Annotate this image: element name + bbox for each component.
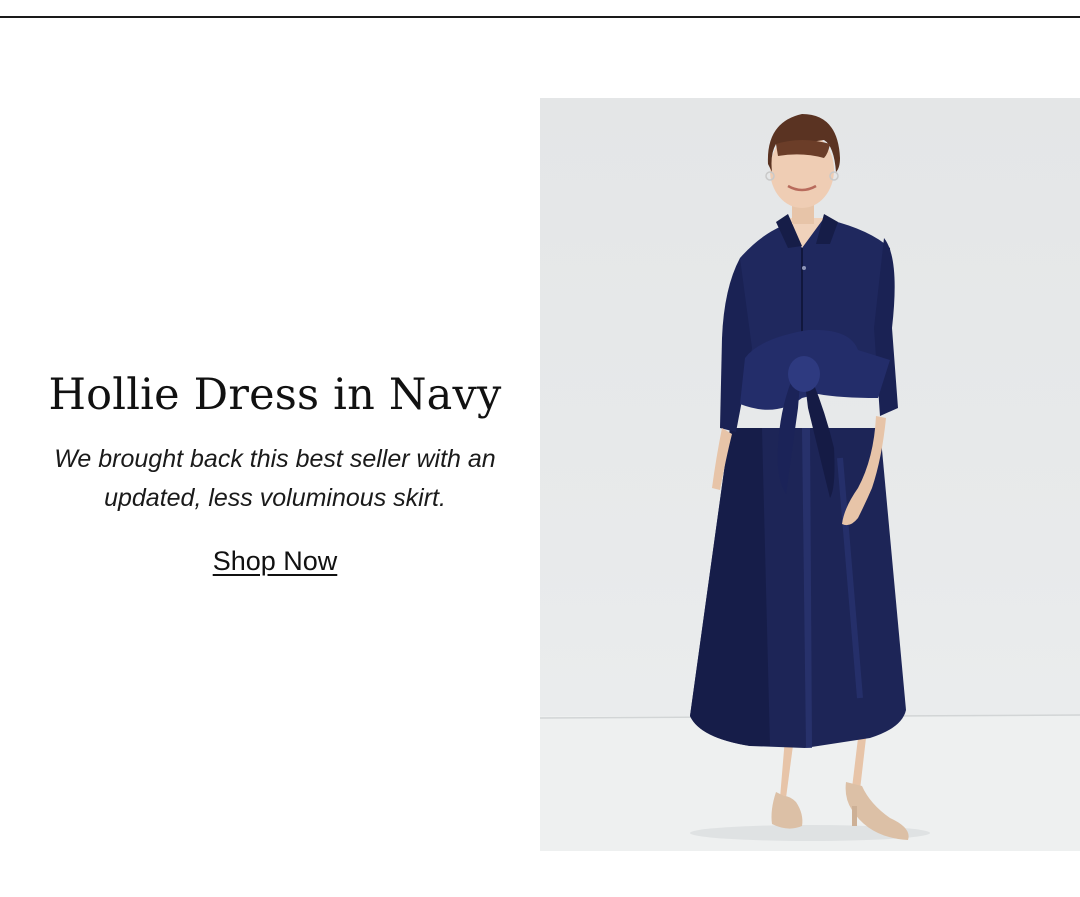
promo-copy: Hollie Dress in Navy We brought back thi… <box>0 98 540 851</box>
product-photo[interactable] <box>540 98 1080 851</box>
promo-title: Hollie Dress in Navy <box>48 370 502 421</box>
header-divider <box>0 16 1080 18</box>
shop-now-link[interactable]: Shop Now <box>213 546 338 577</box>
promo-subtitle: We brought back this best seller with an… <box>54 444 496 512</box>
model-illustration <box>540 114 1080 851</box>
featured-product-banner: Hollie Dress in Navy We brought back thi… <box>0 98 1080 851</box>
